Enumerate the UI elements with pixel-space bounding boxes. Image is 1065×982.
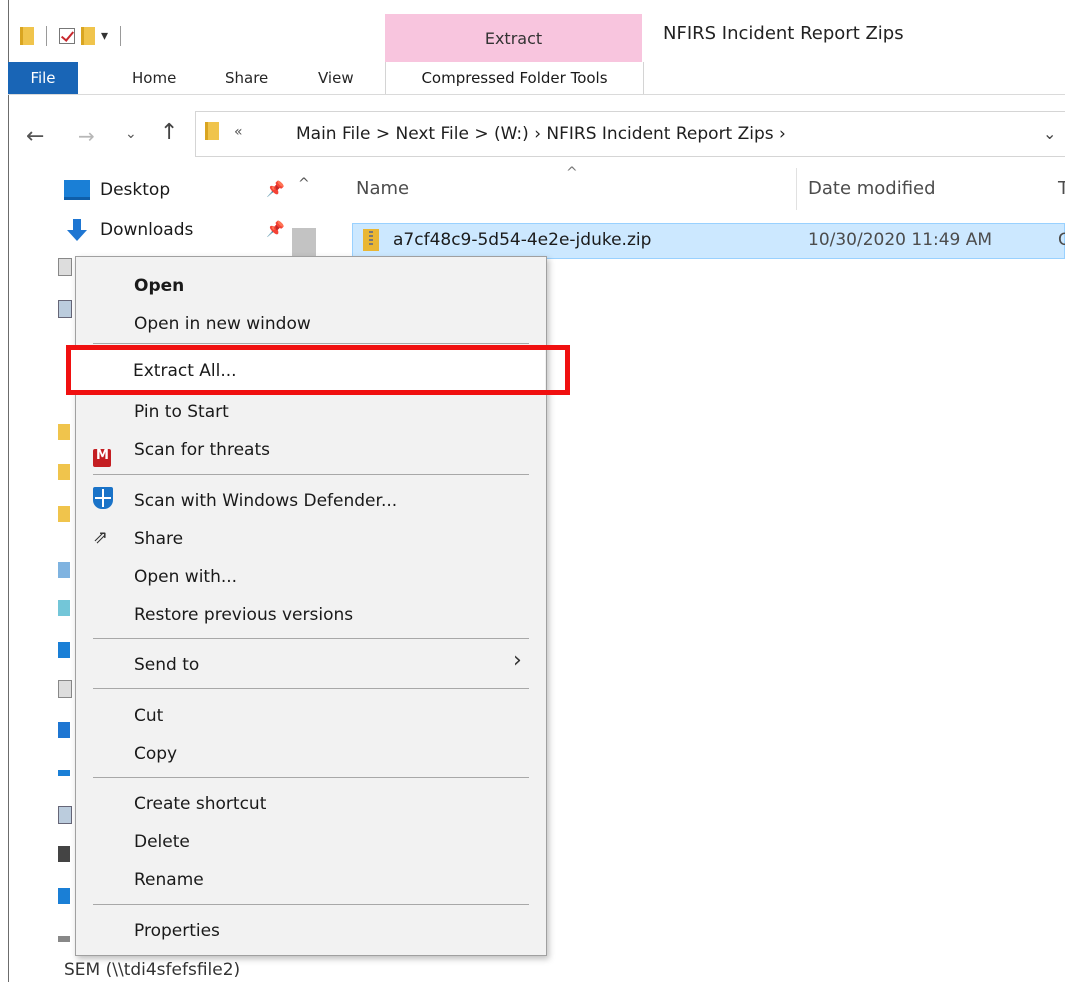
new-folder-icon[interactable] xyxy=(81,27,95,45)
windows-defender-shield-icon xyxy=(93,487,113,509)
downloads-icon xyxy=(58,722,70,738)
tab-compressed-folder-tools[interactable]: Compressed Folder Tools xyxy=(385,62,644,94)
menu-item-scan-windows-defender[interactable]: Scan with Windows Defender... xyxy=(134,491,397,511)
submenu-arrow-icon: › xyxy=(513,648,522,673)
picture-icon xyxy=(58,806,72,824)
3d-objects-icon xyxy=(58,600,70,616)
menu-item-copy[interactable]: Copy xyxy=(134,744,177,764)
pin-icon[interactable]: 📌 xyxy=(266,180,285,198)
sort-ascending-icon: ^ xyxy=(566,165,578,181)
scroll-up-arrow-icon[interactable]: ^ xyxy=(298,176,310,192)
file-type: C xyxy=(1058,230,1065,250)
menu-separator xyxy=(93,777,529,778)
folder-icon xyxy=(58,464,70,480)
file-name[interactable]: a7cf48c9-5d54-4e2e-jduke.zip xyxy=(393,230,651,250)
sidebar-item-desktop[interactable]: Desktop xyxy=(64,175,170,205)
picture-icon xyxy=(58,300,72,318)
tab-file[interactable]: File xyxy=(8,62,78,94)
sidebar-item-downloads[interactable]: Downloads xyxy=(64,215,193,245)
windows-drive-icon xyxy=(58,888,70,904)
sidebar-item-network-drive[interactable]: SEM (\\tdi4sfefsfile2) xyxy=(64,960,240,980)
menu-separator xyxy=(93,474,529,475)
menu-item-rename[interactable]: Rename xyxy=(134,870,204,890)
qat-separator xyxy=(120,26,122,46)
menu-item-open-new-window[interactable]: Open in new window xyxy=(134,314,311,334)
menu-separator xyxy=(93,343,529,344)
downloads-icon xyxy=(64,218,90,242)
menu-item-create-shortcut[interactable]: Create shortcut xyxy=(134,794,266,814)
document-icon xyxy=(58,680,72,698)
window-left-edge xyxy=(0,0,9,982)
folder-icon[interactable] xyxy=(20,27,34,45)
sidebar-item-label: Downloads xyxy=(100,220,194,240)
column-divider[interactable] xyxy=(796,168,797,210)
mcafee-icon xyxy=(93,448,111,467)
back-arrow-icon[interactable]: ← xyxy=(26,124,44,149)
menu-item-delete[interactable]: Delete xyxy=(134,832,190,852)
menu-item-properties[interactable]: Properties xyxy=(134,921,220,941)
extract-contextual-header: Extract xyxy=(385,14,642,62)
qat-customize-dropdown[interactable]: ▾ xyxy=(101,28,108,44)
menu-item-open-with[interactable]: Open with... xyxy=(134,567,237,587)
properties-check-icon[interactable] xyxy=(59,28,75,44)
forward-arrow-icon[interactable]: → xyxy=(78,124,95,148)
drive-icon xyxy=(58,936,70,942)
this-pc-icon xyxy=(58,562,70,578)
address-path[interactable]: Main File > Next File > (W:) › NFIRS Inc… xyxy=(296,124,786,144)
column-header-type[interactable]: T xyxy=(1058,178,1065,199)
menu-separator xyxy=(93,904,529,905)
column-header-date-modified[interactable]: Date modified xyxy=(808,178,936,199)
sidebar-item-label: Desktop xyxy=(100,180,171,200)
menu-item-scan-for-threats[interactable]: Scan for threats xyxy=(134,440,270,460)
menu-item-send-to[interactable]: Send to xyxy=(134,655,199,675)
desktop-icon xyxy=(64,180,90,200)
up-arrow-icon[interactable]: ↑ xyxy=(160,120,178,145)
quick-access-toolbar: ▾ xyxy=(20,20,127,52)
menu-item-pin-to-start[interactable]: Pin to Start xyxy=(134,402,229,422)
music-icon xyxy=(58,770,70,776)
menu-item-restore-previous-versions[interactable]: Restore previous versions xyxy=(134,605,353,625)
address-overflow-icon[interactable]: « xyxy=(234,124,243,140)
menu-separator xyxy=(93,638,529,639)
file-date-modified: 10/30/2020 11:49 AM xyxy=(808,230,993,250)
window-title: NFIRS Incident Report Zips xyxy=(663,23,904,44)
extract-header-label: Extract xyxy=(484,29,543,48)
column-header-name[interactable]: Name xyxy=(356,178,409,199)
folder-icon xyxy=(58,424,70,440)
address-dropdown-icon[interactable]: ⌄ xyxy=(1043,124,1056,143)
recent-locations-chevron-icon[interactable]: ⌄ xyxy=(125,126,137,142)
tab-share[interactable]: Share xyxy=(225,62,268,94)
tab-view[interactable]: View xyxy=(318,62,354,94)
menu-item-share[interactable]: Share xyxy=(134,529,183,549)
share-icon: ⇗ xyxy=(93,527,109,548)
desktop-icon xyxy=(58,642,70,658)
folder-icon xyxy=(58,506,70,522)
menu-item-open[interactable]: Open xyxy=(134,276,184,296)
pin-icon[interactable]: 📌 xyxy=(266,220,285,238)
qat-separator xyxy=(46,26,47,46)
document-icon xyxy=(58,258,72,276)
video-icon xyxy=(58,846,70,862)
menu-separator xyxy=(93,688,529,689)
address-folder-icon xyxy=(205,122,219,140)
menu-item-cut[interactable]: Cut xyxy=(134,706,163,726)
red-highlight-box xyxy=(66,345,570,395)
tab-home[interactable]: Home xyxy=(132,62,176,94)
zip-folder-icon xyxy=(363,229,379,251)
